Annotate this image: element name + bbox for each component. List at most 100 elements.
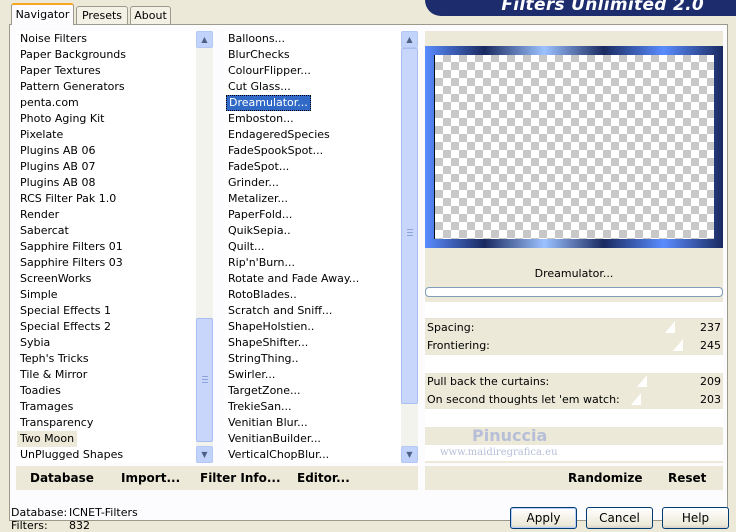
import-button[interactable]: Import...	[121, 471, 180, 485]
category-list[interactable]: Noise Filters Paper Backgrounds Paper Text…	[16, 31, 212, 463]
slider-spacer	[425, 302, 723, 319]
category-scrollbar[interactable]: ▲ ▼	[196, 31, 213, 463]
filter-list-item[interactable]: Cut Glass...	[224, 79, 359, 95]
filter-list-item[interactable]: VenitianBuilder...	[224, 431, 359, 447]
slider-second-thoughts[interactable]: On second thoughts let 'em watch: 203	[425, 391, 723, 409]
category-list-item[interactable]: Sybia	[16, 335, 126, 351]
filter-list-item[interactable]: RotoBlades..	[224, 287, 359, 303]
scroll-up-icon[interactable]: ▲	[401, 31, 418, 48]
filter-list-item[interactable]: Scratch and Sniff...	[224, 303, 359, 319]
filter-list-item[interactable]: ColourFlipper...	[224, 63, 359, 79]
category-list-item[interactable]: Pixelate	[16, 127, 126, 143]
filter-list-item[interactable]: Grinder...	[224, 175, 359, 191]
slider-handle[interactable]	[665, 321, 675, 333]
filter-list-item[interactable]: Rip'n'Burn...	[224, 255, 359, 271]
slider-label: On second thoughts let 'em watch:	[427, 393, 620, 406]
slider-handle[interactable]	[631, 393, 641, 405]
category-list-item[interactable]: penta.com	[16, 95, 126, 111]
category-list-item[interactable]: Plugins AB 06	[16, 143, 126, 159]
filter-list-item[interactable]: Rotate and Fade Away...	[224, 271, 359, 287]
filter-list-item[interactable]: BlurChecks	[224, 47, 359, 63]
slider-label: Frontiering:	[427, 339, 490, 352]
filter-info-button[interactable]: Filter Info...	[200, 471, 281, 485]
filter-list-item[interactable]: TargetZone...	[224, 383, 359, 399]
category-list-item[interactable]: Two Moon	[17, 431, 78, 447]
category-list-item[interactable]: Sapphire Filters 03	[16, 255, 126, 271]
slider-handle[interactable]	[673, 339, 683, 351]
filter-list-item[interactable]: Venitian Blur...	[224, 415, 359, 431]
category-list-item[interactable]: Special Effects 2	[16, 319, 126, 335]
watermark-name: Pinuccia	[472, 426, 548, 445]
filter-list-item[interactable]: QuikSepia..	[224, 223, 359, 239]
filter-list-item[interactable]: FadeSpot...	[224, 159, 359, 175]
category-list-item[interactable]: Transparency	[16, 415, 126, 431]
preview-image	[425, 46, 723, 248]
slider-empty	[425, 427, 723, 445]
cancel-button[interactable]: Cancel	[586, 507, 653, 529]
category-list-item[interactable]: Plugins AB 07	[16, 159, 126, 175]
scroll-thumb[interactable]	[196, 318, 213, 442]
filter-list[interactable]: Balloons... BlurChecks ColourFlipper... Cut…	[224, 31, 418, 463]
apply-button[interactable]: Apply	[510, 507, 577, 529]
filter-list-item[interactable]: StringThing..	[224, 351, 359, 367]
slider-empty	[425, 355, 723, 373]
category-list-item[interactable]: Simple	[16, 287, 126, 303]
category-list-item[interactable]: Toadies	[16, 383, 126, 399]
category-list-item[interactable]: Render	[16, 207, 126, 223]
slider-label: Pull back the curtains:	[427, 375, 550, 388]
tab-presets[interactable]: Presets	[76, 6, 128, 24]
category-list-item[interactable]: Paper Backgrounds	[16, 47, 126, 63]
category-list-item[interactable]: Tile & Mirror	[16, 367, 126, 383]
filter-list-item[interactable]: FadeSpookSpot...	[224, 143, 359, 159]
filter-list-item[interactable]: EndageredSpecies	[224, 127, 359, 143]
slider-frontiering[interactable]: Frontiering: 245	[425, 337, 723, 355]
slider-value: 237	[700, 321, 721, 334]
filter-list-item[interactable]: Swirler...	[224, 367, 359, 383]
slider-label: Spacing:	[427, 321, 475, 334]
tab-about[interactable]: About	[130, 6, 171, 24]
filter-list-item[interactable]: Emboston...	[224, 111, 359, 127]
category-list-item[interactable]: Sabercat	[16, 223, 126, 239]
scroll-down-icon[interactable]: ▼	[196, 446, 213, 463]
scroll-down-icon[interactable]: ▼	[401, 446, 418, 463]
app-title: Filters Unlimited 2.0	[501, 0, 704, 15]
filter-list-item[interactable]: Quilt...	[224, 239, 359, 255]
scroll-up-icon[interactable]: ▲	[196, 31, 213, 48]
randomize-button[interactable]: Randomize	[568, 471, 642, 485]
filter-list-item[interactable]: VerticalChopBlur...	[224, 447, 359, 463]
tab-navigator[interactable]: Navigator	[11, 3, 74, 25]
category-list-item[interactable]: Special Effects 1	[16, 303, 126, 319]
category-list-item[interactable]: ScreenWorks	[16, 271, 126, 287]
progress-bar	[425, 287, 723, 297]
slider-spacing[interactable]: Spacing: 237	[425, 319, 723, 337]
category-list-item[interactable]: Paper Textures	[16, 63, 126, 79]
reset-button[interactable]: Reset	[668, 471, 706, 485]
slider-value: 209	[700, 375, 721, 388]
slider-value: 203	[700, 393, 721, 406]
slider-pull-back[interactable]: Pull back the curtains: 209	[425, 373, 723, 391]
category-list-item[interactable]: Noise Filters	[16, 31, 126, 47]
category-list-item[interactable]: RCS Filter Pak 1.0	[16, 191, 126, 207]
filter-list-item[interactable]: ShapeHolstien..	[224, 319, 359, 335]
category-list-item[interactable]: Sapphire Filters 01	[16, 239, 126, 255]
filter-list-item[interactable]: ShapeShifter...	[224, 335, 359, 351]
category-list-item[interactable]: Plugins AB 08	[16, 175, 126, 191]
filter-list-item[interactable]: Dreamulator...	[226, 95, 311, 111]
status-database-value: ICNET-Filters	[69, 506, 138, 519]
app-banner: Filters Unlimited 2.0	[425, 0, 736, 16]
category-list-item[interactable]: Photo Aging Kit	[16, 111, 126, 127]
slider-handle[interactable]	[637, 375, 647, 387]
help-button[interactable]: Help	[662, 507, 729, 529]
filter-list-item[interactable]: PaperFold...	[224, 207, 359, 223]
editor-button[interactable]: Editor...	[297, 471, 350, 485]
category-list-item[interactable]: Teph's Tricks	[16, 351, 126, 367]
scroll-thumb[interactable]	[401, 48, 418, 404]
filter-list-item[interactable]: Balloons...	[224, 31, 359, 47]
category-list-item[interactable]: UnPlugged Shapes	[16, 447, 126, 463]
filter-list-item[interactable]: Metalizer...	[224, 191, 359, 207]
category-list-item[interactable]: Pattern Generators	[16, 79, 126, 95]
category-list-item[interactable]: Tramages	[16, 399, 126, 415]
database-button[interactable]: Database	[30, 471, 94, 485]
filter-scrollbar[interactable]: ▲ ▼	[401, 31, 418, 463]
filter-list-item[interactable]: TrekieSan...	[224, 399, 359, 415]
